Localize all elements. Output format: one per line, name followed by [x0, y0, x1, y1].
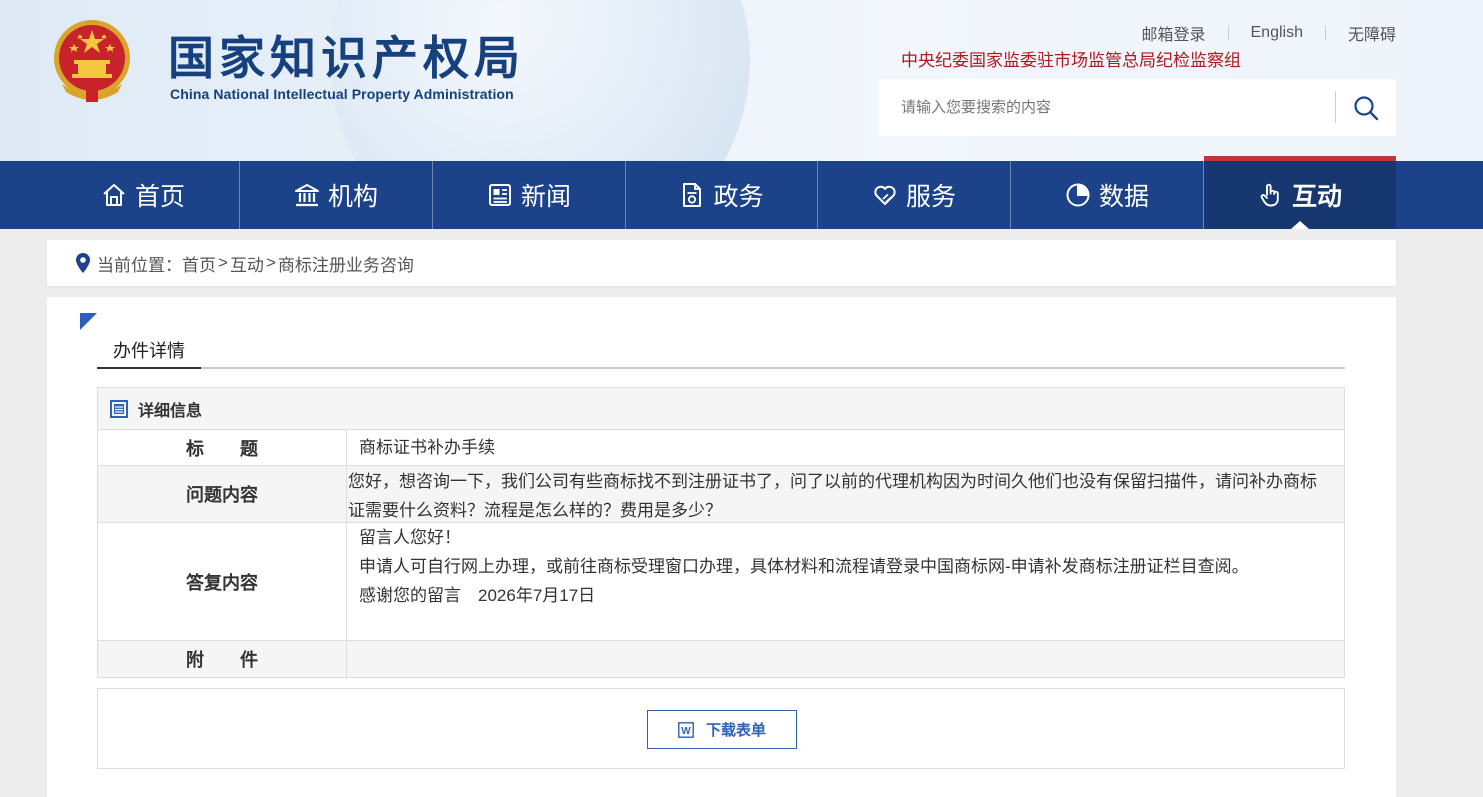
top-link-divider — [1227, 26, 1229, 40]
detail-header-label: 详细信息 — [138, 402, 203, 420]
nav-item-label: 新闻 — [520, 183, 571, 211]
breadcrumb: 当前位置： 首页 > 互动 > 商标注册业务咨询 — [47, 240, 1396, 286]
list-document-icon — [110, 399, 128, 418]
question-key: 问题内容 — [98, 466, 347, 522]
mailbox-login-link[interactable]: 邮箱登录 — [1141, 21, 1205, 45]
breadcrumb-link-home[interactable]: 首页 — [182, 251, 216, 276]
main-nav: 首页 机构 新闻 政务 服务 数据 互动 — [0, 156, 1483, 229]
question-value: 您好，想咨询一下，我们公司有些商标找不到注册证书了，问了以前的代理机构因为时间久… — [348, 472, 1317, 520]
reply-line: 留言人您好！ — [359, 528, 461, 547]
hand-pointer-icon — [1260, 183, 1279, 207]
accessibility-link[interactable]: 无障碍 — [1348, 21, 1396, 45]
location-pin-icon — [76, 253, 90, 273]
word-doc-icon: W — [678, 721, 694, 738]
news-icon — [488, 184, 511, 206]
site-logo-chinese[interactable]: 国家知识产权局 — [168, 22, 525, 88]
site-header: 国家知识产权局 China National Intellectual Prop… — [0, 0, 1483, 161]
search-box — [879, 79, 1396, 136]
heart-hand-icon — [874, 185, 896, 205]
nav-item-institution[interactable]: 机构 — [240, 161, 433, 229]
site-logo-english[interactable]: China National Intellectual Property Adm… — [170, 86, 514, 102]
document-icon — [683, 183, 702, 207]
top-link-divider — [1324, 26, 1326, 40]
detail-row-question: 问题内容 您好，想咨询一下，我们公司有些商标找不到注册证书了，问了以前的代理机构… — [98, 466, 1344, 523]
nav-item-label: 互动 — [1291, 183, 1342, 211]
reply-line: 申请人可自行网上办理，或前往商标受理窗口办理，具体材料和流程请登录中国商标网-申… — [359, 557, 1249, 576]
nav-item-label: 政务 — [713, 183, 764, 211]
detail-row-title: 标 题 商标证书补办手续 — [98, 430, 1344, 466]
nav-item-home[interactable]: 首页 — [47, 161, 240, 229]
nav-item-label: 服务 — [905, 183, 956, 211]
attachment-key: 附 件 — [98, 641, 347, 677]
nav-item-interaction[interactable]: 互动 — [1204, 156, 1396, 229]
nav-item-data[interactable]: 数据 — [1011, 161, 1204, 229]
breadcrumb-prefix: 当前位置： — [97, 255, 182, 275]
reply-line: 感谢您的留言 2026年7月17日 — [359, 586, 596, 605]
tab-case-detail[interactable]: 办件详情 — [97, 337, 201, 369]
reply-value: 留言人您好！ 申请人可自行网上办理，或前往商标受理窗口办理，具体材料和流程请登录… — [347, 523, 1344, 640]
national-emblem-icon[interactable] — [52, 18, 132, 104]
nav-item-label: 首页 — [134, 183, 185, 211]
download-area: W 下载表单 — [97, 688, 1345, 769]
breadcrumb-separator: > — [265, 253, 276, 272]
detail-row-attachment: 附 件 — [98, 641, 1344, 677]
section-tab-bar: 办件详情 — [97, 337, 1345, 369]
nav-item-label: 数据 — [1098, 183, 1149, 211]
download-form-label: 下载表单 — [705, 722, 766, 739]
download-form-button[interactable]: W 下载表单 — [647, 710, 797, 749]
detail-row-reply: 答复内容 留言人您好！ 申请人可自行网上办理，或前往商标受理窗口办理，具体材料和… — [98, 523, 1344, 641]
institution-icon — [294, 184, 319, 207]
search-input[interactable] — [879, 79, 1335, 136]
supervision-link[interactable]: 中央纪委国家监委驻市场监管总局纪检监察组 — [901, 46, 1241, 71]
detail-table: 详细信息 标 题 商标证书补办手续 问题内容 您好，想咨询一下，我们公司有些商标… — [97, 387, 1345, 678]
top-links: 邮箱登录 English 无障碍 — [1141, 21, 1396, 45]
nav-item-label: 机构 — [327, 183, 378, 211]
english-link[interactable]: English — [1251, 24, 1303, 42]
title-key: 标 题 — [98, 430, 347, 465]
home-icon — [103, 184, 125, 206]
breadcrumb-link-trademark-consult[interactable]: 商标注册业务咨询 — [278, 251, 414, 276]
main-content: 办件详情 详细信息 标 题 商标证书补办手续 问题内容 您好，想咨询一下，我们公… — [47, 297, 1396, 797]
pie-chart-icon — [1066, 183, 1090, 207]
breadcrumb-link-interaction[interactable]: 互动 — [230, 251, 264, 276]
svg-text:W: W — [681, 726, 691, 737]
reply-key: 答复内容 — [98, 523, 347, 640]
search-button[interactable] — [1336, 79, 1396, 136]
nav-item-news[interactable]: 新闻 — [433, 161, 626, 229]
nav-item-service[interactable]: 服务 — [818, 161, 1011, 229]
title-value: 商标证书补办手续 — [359, 438, 495, 457]
detail-header: 详细信息 — [98, 388, 1344, 430]
search-icon — [1354, 95, 1379, 120]
attachment-value — [347, 641, 1344, 677]
nav-item-government-affairs[interactable]: 政务 — [626, 161, 818, 229]
corner-marker — [80, 313, 97, 330]
breadcrumb-separator: > — [218, 253, 228, 272]
